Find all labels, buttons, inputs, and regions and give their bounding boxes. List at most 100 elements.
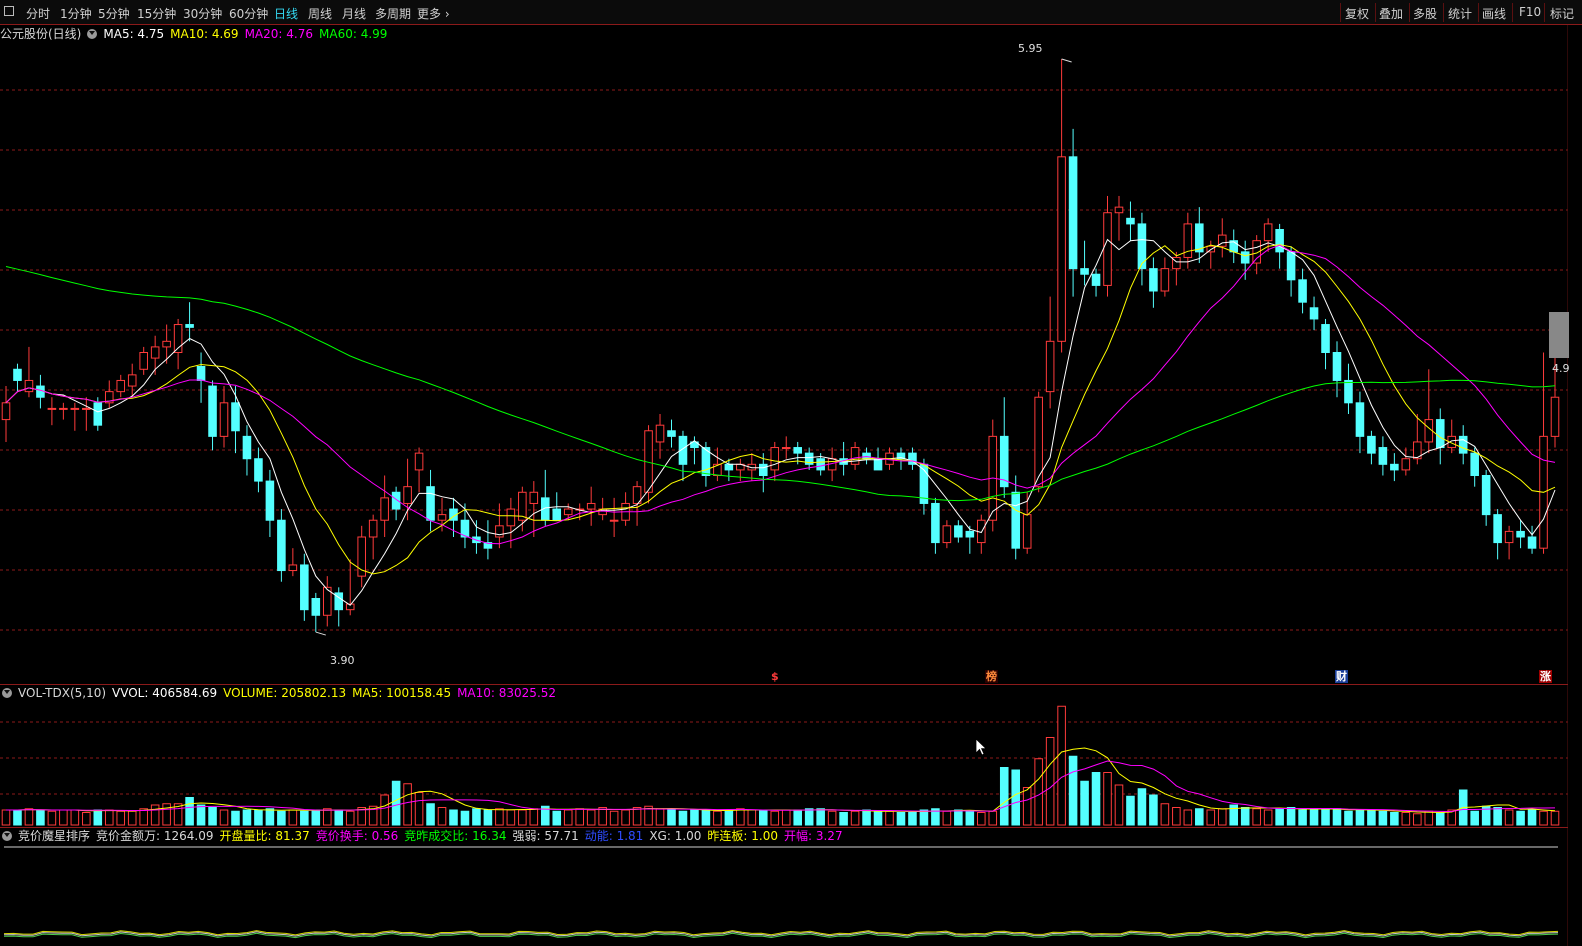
volume-bar	[208, 807, 217, 826]
volume-bar	[667, 809, 676, 826]
price-scale-handle[interactable]	[1549, 312, 1569, 358]
volume-bar	[1206, 809, 1216, 826]
volume-bar	[1, 809, 11, 826]
candle-body	[82, 407, 91, 410]
candle-body	[1080, 268, 1089, 275]
volume-bar	[1321, 809, 1330, 826]
candle-body	[563, 508, 573, 516]
volume-bar	[1068, 755, 1078, 826]
volume-bar	[59, 809, 68, 826]
volume-ma10-line	[6, 760, 1556, 813]
volume-bar	[1114, 784, 1124, 826]
candle-body	[1493, 514, 1502, 544]
ind-turnover: 竞价换手: 0.56	[315, 829, 399, 843]
candle-body	[1091, 273, 1101, 286]
candle-body	[655, 424, 665, 443]
candle-body	[24, 379, 34, 393]
volume-bar	[1378, 810, 1388, 826]
volume-bar	[1435, 812, 1445, 826]
volume-bar	[552, 810, 562, 826]
candle-body	[403, 486, 412, 504]
volume-bar	[36, 809, 45, 826]
candle-body	[196, 365, 206, 381]
volume-bar	[1252, 808, 1261, 826]
event-marker-finance[interactable]: 财	[1335, 670, 1348, 683]
volume-bar	[827, 810, 837, 826]
volume-bar	[1470, 810, 1479, 826]
event-marker-dollar[interactable]: $	[770, 670, 780, 683]
volume-bar	[1045, 737, 1055, 826]
candle-body	[13, 368, 22, 381]
candle-body	[1034, 396, 1043, 488]
candle-body	[1550, 396, 1560, 437]
volume-menu-icon[interactable]	[2, 688, 12, 698]
volume-bar	[1390, 812, 1399, 826]
volume-bar	[219, 809, 229, 826]
event-marker-bang[interactable]: 榜	[985, 670, 998, 683]
volume-bar	[1275, 808, 1284, 826]
candle-body	[242, 435, 252, 460]
volume-bar	[908, 812, 917, 826]
candle-body	[139, 352, 148, 370]
volume-bar	[1263, 809, 1273, 826]
candle-body	[781, 447, 791, 450]
candle-body	[1160, 268, 1170, 292]
volume-bar	[1240, 807, 1250, 826]
volume-bar	[127, 810, 137, 826]
candle-body	[1126, 217, 1135, 225]
volume-bar	[942, 810, 952, 826]
volume-bar	[954, 809, 963, 826]
candle-body	[162, 340, 171, 348]
ind-open-ratio: 开盘量比: 81.37	[219, 829, 310, 843]
volume-bar	[24, 808, 34, 826]
low-pointer	[315, 631, 326, 636]
candle-body	[1355, 402, 1365, 437]
volume-bar	[322, 808, 332, 826]
candle-body	[1435, 419, 1445, 449]
indicator2-menu-icon[interactable]	[2, 831, 12, 841]
candle-body	[1022, 514, 1032, 549]
volume-bar	[1195, 808, 1204, 826]
volume-bar	[472, 808, 481, 826]
volume-bar	[1332, 808, 1342, 826]
kline-chart[interactable]	[0, 0, 1568, 946]
volume-bar	[1527, 809, 1537, 826]
volume-bar	[586, 809, 596, 826]
volume-bar	[495, 808, 504, 826]
volume-bar	[414, 792, 424, 826]
volume-bar	[690, 809, 699, 826]
candle-body	[724, 463, 734, 471]
candle-body	[311, 598, 321, 616]
vvol-value: VVOL: 406584.69	[112, 686, 218, 700]
volume-bar	[403, 783, 412, 826]
volume-legend: VOL-TDX(5,10) VVOL: 406584.69 VOLUME: 2058…	[0, 685, 562, 701]
volume-bar	[713, 810, 722, 826]
volume-bar	[1539, 810, 1548, 826]
candle-body	[265, 480, 275, 521]
ind-ratio: 竞昨成交比: 16.34	[404, 829, 507, 843]
event-marker-limit-up[interactable]: 涨	[1539, 670, 1552, 683]
volume-bar	[977, 812, 986, 826]
volume-bar	[1126, 795, 1135, 826]
volume-bar	[1504, 809, 1514, 826]
candle-body	[380, 497, 389, 521]
candle-body	[1309, 307, 1319, 320]
candle-body	[185, 324, 194, 328]
volume-bar	[1355, 809, 1365, 826]
volume-bar	[231, 810, 240, 826]
volume-bar	[1183, 809, 1193, 826]
volume-bar	[1034, 758, 1043, 826]
volume-bar	[885, 810, 894, 826]
volume-bar	[334, 809, 344, 826]
candle-body	[1149, 268, 1158, 292]
volume-bar	[1413, 813, 1422, 826]
candle-body	[127, 374, 137, 387]
volume-bar	[598, 807, 607, 826]
volume-bar	[529, 808, 539, 826]
volume-bar	[724, 809, 734, 826]
volume-bar	[162, 803, 171, 826]
candle-body	[1516, 530, 1525, 538]
candle-body	[1137, 223, 1147, 270]
volume-bar	[1080, 780, 1089, 826]
volume-bar	[862, 809, 871, 826]
